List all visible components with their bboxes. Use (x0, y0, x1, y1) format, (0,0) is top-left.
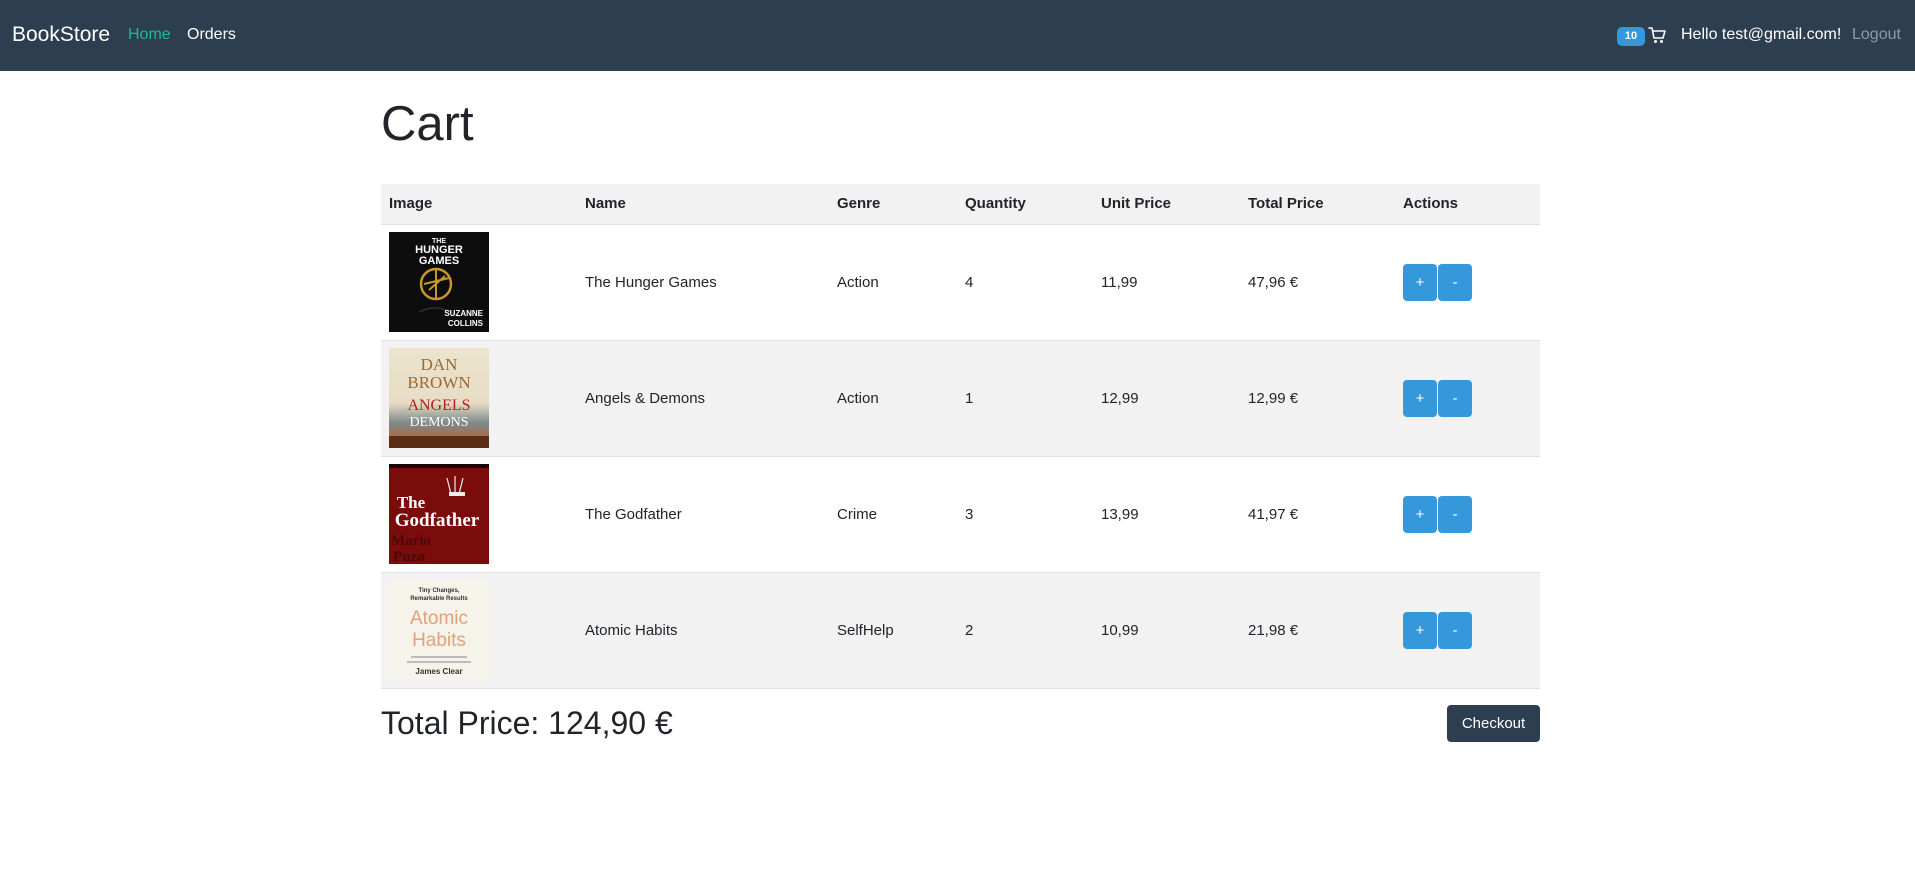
cart-icon[interactable] (1648, 25, 1666, 45)
book-quantity: 1 (957, 340, 1093, 457)
image-cell: The Godfather Mario Puzo (381, 456, 577, 573)
actions-cell: + - (1395, 340, 1540, 457)
book-name: The Hunger Games (577, 224, 829, 341)
table-header-row: Image Name Genre Quantity Unit Price Tot… (381, 184, 1540, 225)
navbar: BookStore Home Orders 10 Hello test@gmai… (0, 0, 1915, 71)
image-cell: Tiny Changes, Remarkable Results Atomic … (381, 572, 577, 689)
cover-author-line: SUZANNE (444, 309, 483, 318)
logout-link[interactable]: Logout (1852, 24, 1901, 46)
cover-title-line: Habits (412, 630, 466, 651)
table-row: DAN BROWN ANGELS DEMONS Angels & Demons … (381, 340, 1540, 457)
header-image: Image (381, 184, 577, 225)
decrease-quantity-button[interactable]: - (1438, 495, 1472, 533)
increase-quantity-button[interactable]: + (1403, 611, 1437, 649)
user-greeting: Hello test@gmail.com! (1681, 26, 1842, 43)
book-name: Atomic Habits (577, 572, 829, 689)
checkout-button[interactable]: Checkout (1447, 705, 1540, 742)
cover-author-line: Mario (391, 533, 431, 549)
increase-quantity-button[interactable]: + (1403, 379, 1437, 417)
cover-author-line: COLLINS (448, 319, 484, 328)
cart-count-badge[interactable]: 10 (1617, 27, 1645, 46)
book-unit-price: 11,99 (1093, 224, 1240, 341)
book-quantity: 4 (957, 224, 1093, 341)
book-unit-price: 13,99 (1093, 456, 1240, 573)
book-genre: Crime (829, 456, 957, 573)
cart-total-price: Total Price: 124,90 € (381, 705, 673, 741)
cover-author-line: BROWN (407, 373, 470, 392)
increase-quantity-button[interactable]: + (1403, 495, 1437, 533)
book-total-price: 41,97 € (1240, 456, 1395, 573)
book-name: The Godfather (577, 456, 829, 573)
header-unit-price: Unit Price (1093, 184, 1240, 225)
book-cover-image: DAN BROWN ANGELS DEMONS (389, 348, 489, 448)
cover-title-line: Atomic (410, 608, 468, 629)
book-unit-price: 10,99 (1093, 572, 1240, 689)
table-row: The Godfather Mario Puzo The Godfather C… (381, 456, 1540, 573)
actions-cell: + - (1395, 456, 1540, 573)
cover-title-line: Godfather (395, 510, 480, 531)
book-quantity: 3 (957, 456, 1093, 573)
header-name: Name (577, 184, 829, 225)
cart-table: Image Name Genre Quantity Unit Price Tot… (381, 184, 1540, 689)
page-title: Cart (381, 97, 474, 151)
book-quantity: 2 (957, 572, 1093, 689)
cover-title-line: GAMES (419, 255, 459, 267)
book-total-price: 12,99 € (1240, 340, 1395, 457)
actions-cell: + - (1395, 224, 1540, 341)
book-genre: SelfHelp (829, 572, 957, 689)
header-quantity: Quantity (957, 184, 1093, 225)
decrease-quantity-button[interactable]: - (1438, 263, 1472, 301)
book-cover-image: Tiny Changes, Remarkable Results Atomic … (389, 580, 489, 680)
header-total-price: Total Price (1240, 184, 1395, 225)
cover-subtitle-line: Tiny Changes, (419, 588, 460, 594)
book-total-price: 21,98 € (1240, 572, 1395, 689)
cover-author-line: James Clear (415, 667, 462, 676)
cover-author-line: Puzo (393, 549, 425, 564)
increase-quantity-button[interactable]: + (1403, 263, 1437, 301)
book-cover-image: The Godfather Mario Puzo (389, 464, 489, 564)
header-genre: Genre (829, 184, 957, 225)
nav-home-link[interactable]: Home (128, 24, 171, 46)
cover-title-line: ANGELS (407, 397, 470, 414)
book-cover-image: THE HUNGER GAMES SUZANNE COLLINS (389, 232, 489, 332)
book-genre: Action (829, 340, 957, 457)
image-cell: THE HUNGER GAMES SUZANNE COLLINS (381, 224, 577, 341)
decrease-quantity-button[interactable]: - (1438, 611, 1472, 649)
book-total-price: 47,96 € (1240, 224, 1395, 341)
header-actions: Actions (1395, 184, 1540, 225)
nav-orders-link[interactable]: Orders (187, 24, 236, 46)
book-unit-price: 12,99 (1093, 340, 1240, 457)
actions-cell: + - (1395, 572, 1540, 689)
cover-title-line: DEMONS (409, 415, 468, 430)
book-name: Angels & Demons (577, 340, 829, 457)
table-row: THE HUNGER GAMES SUZANNE COLLINS The Hun… (381, 224, 1540, 341)
table-row: Tiny Changes, Remarkable Results Atomic … (381, 572, 1540, 689)
brand-link[interactable]: BookStore (12, 21, 110, 49)
cover-subtitle-line: Remarkable Results (410, 596, 468, 602)
image-cell: DAN BROWN ANGELS DEMONS (381, 340, 577, 457)
cover-author-line: DAN (421, 355, 458, 374)
book-genre: Action (829, 224, 957, 341)
decrease-quantity-button[interactable]: - (1438, 379, 1472, 417)
